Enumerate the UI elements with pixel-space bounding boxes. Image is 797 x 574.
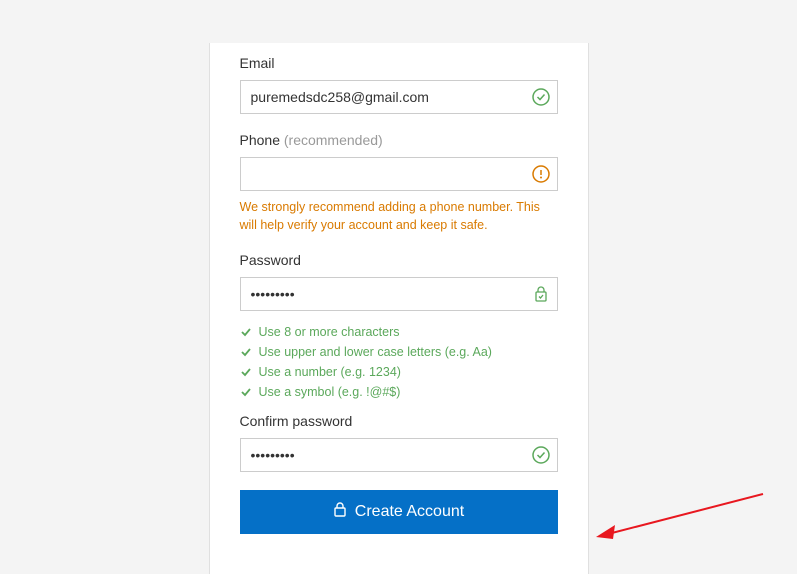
password-requirement-item: Use a symbol (e.g. !@#$) bbox=[240, 385, 558, 399]
email-input-wrapper bbox=[240, 80, 558, 114]
phone-field-group: Phone (recommended) We strongly recommen… bbox=[240, 132, 558, 234]
create-account-label: Create Account bbox=[355, 503, 464, 521]
confirm-password-label: Confirm password bbox=[240, 413, 558, 429]
signup-form-panel: Email Phone (recommended) bbox=[209, 43, 589, 574]
page-container: Email Phone (recommended) bbox=[0, 0, 797, 574]
password-label: Password bbox=[240, 252, 558, 268]
checkmark-icon bbox=[240, 326, 252, 338]
password-requirement-item: Use 8 or more characters bbox=[240, 325, 558, 339]
confirm-password-input-wrapper bbox=[240, 438, 558, 472]
confirm-password-input[interactable] bbox=[240, 438, 558, 472]
phone-input-wrapper bbox=[240, 157, 558, 191]
lock-check-icon bbox=[532, 285, 550, 303]
phone-label-secondary: (recommended) bbox=[280, 132, 383, 148]
phone-help-text: We strongly recommend adding a phone num… bbox=[240, 199, 558, 234]
checkmark-circle-icon bbox=[532, 446, 550, 464]
requirement-text: Use upper and lower case letters (e.g. A… bbox=[259, 345, 492, 359]
confirm-password-field-group: Confirm password bbox=[240, 413, 558, 472]
requirement-text: Use a number (e.g. 1234) bbox=[259, 365, 401, 379]
checkmark-icon bbox=[240, 386, 252, 398]
password-input[interactable] bbox=[240, 277, 558, 311]
warning-circle-icon bbox=[532, 165, 550, 183]
password-field-group: Password Use 8 or more characters bbox=[240, 252, 558, 399]
password-requirement-item: Use a number (e.g. 1234) bbox=[240, 365, 558, 379]
checkmark-icon bbox=[240, 366, 252, 378]
email-label: Email bbox=[240, 55, 558, 71]
email-field-group: Email bbox=[240, 55, 558, 114]
requirement-text: Use 8 or more characters bbox=[259, 325, 400, 339]
checkmark-circle-icon bbox=[532, 88, 550, 106]
password-requirement-item: Use upper and lower case letters (e.g. A… bbox=[240, 345, 558, 359]
email-input[interactable] bbox=[240, 80, 558, 114]
phone-input[interactable] bbox=[240, 157, 558, 191]
requirement-text: Use a symbol (e.g. !@#$) bbox=[259, 385, 401, 399]
checkmark-icon bbox=[240, 346, 252, 358]
password-input-wrapper bbox=[240, 277, 558, 311]
password-requirements-list: Use 8 or more characters Use upper and l… bbox=[240, 325, 558, 399]
phone-label-main: Phone bbox=[240, 132, 280, 148]
phone-label: Phone (recommended) bbox=[240, 132, 558, 148]
lock-icon bbox=[333, 502, 347, 523]
create-account-button[interactable]: Create Account bbox=[240, 490, 558, 534]
